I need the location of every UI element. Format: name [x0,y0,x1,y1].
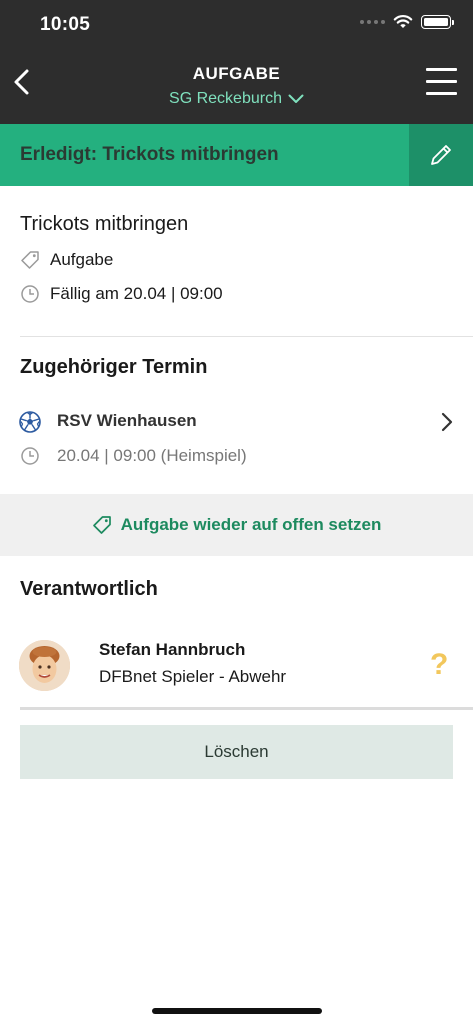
tag-icon [20,250,40,270]
related-event-row[interactable]: RSV Wienhausen 20.04 | 09:00 (Heimspiel) [0,400,473,480]
pencil-icon [431,145,451,165]
clock-icon [20,284,40,304]
page-title: AUFGABE [192,64,281,83]
completed-banner: Erledigt: Trickots mitbringen [0,124,473,186]
status-icons [360,14,454,29]
task-type-row: Aufgabe [20,250,113,270]
event-time: 20.04 | 09:00 (Heimspiel) [57,446,247,465]
soccer-ball-icon [19,411,41,433]
divider [20,336,473,337]
menu-button[interactable] [421,62,461,102]
wifi-icon [393,15,413,28]
responsible-role: DFBnet Spieler - Abwehr [99,667,287,686]
divider [20,707,473,710]
home-indicator [152,1008,322,1014]
task-type: Aufgabe [50,250,114,269]
responsible-person-row[interactable]: Stefan Hannbruch DFBnet Spieler - Abwehr… [0,630,473,700]
avatar [19,640,70,691]
clock-icon [21,447,39,465]
related-event-heading: Zugehöriger Termin [20,356,208,378]
responsible-heading: Verantwortlich [20,578,158,600]
reopen-task-label: Aufgabe wieder auf offen setzen [120,515,382,534]
task-title: Trickots mitbringen [20,213,189,235]
question-mark-icon[interactable]: ? [430,648,448,682]
edit-button[interactable] [409,124,473,186]
team-selector[interactable]: SG Reckeburch [0,90,473,108]
completed-banner-label: Erledigt: Trickots mitbringen [20,144,279,165]
responsible-name: Stefan Hannbruch [99,640,246,659]
team-selector-label: SG Reckeburch [169,90,282,107]
top-bar: 10:05 AUFGABE SG Reckeburch [0,0,473,124]
battery-icon [421,14,454,29]
delete-button[interactable]: Löschen [20,725,453,779]
signal-icon [360,19,385,24]
status-time: 10:05 [40,14,91,35]
chevron-down-icon [288,94,304,103]
task-due-row: Fällig am 20.04 | 09:00 [20,284,223,304]
reopen-task-button[interactable]: Aufgabe wieder auf offen setzen [0,494,473,556]
task-due: Fällig am 20.04 | 09:00 [50,284,223,303]
event-name: RSV Wienhausen [57,411,197,430]
chevron-right-icon [441,412,453,432]
tag-icon [92,516,111,534]
hamburger-menu-icon [426,68,457,71]
